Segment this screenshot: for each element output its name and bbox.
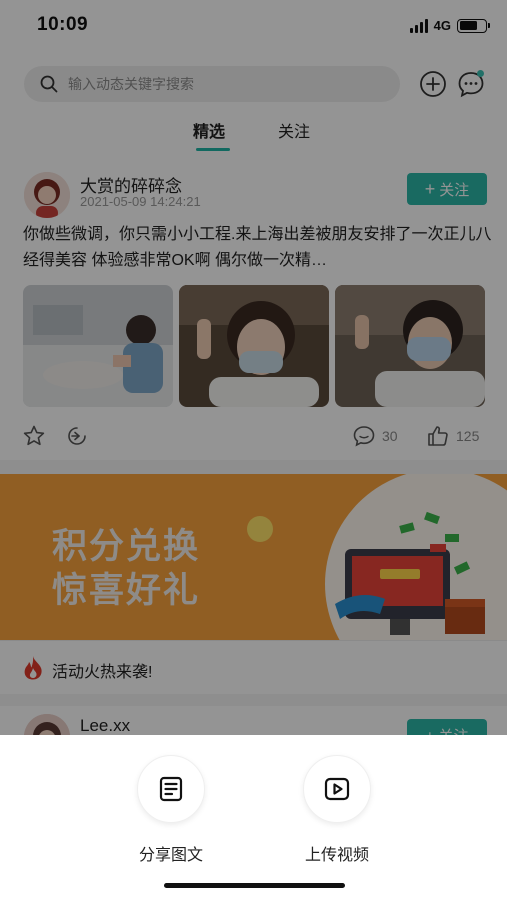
share-post-button[interactable]	[137, 755, 205, 823]
publish-sheet: 分享图文 上传视频	[0, 735, 507, 900]
upload-video-label: 上传视频	[304, 847, 369, 864]
share-post-label: 分享图文	[138, 847, 203, 864]
document-icon	[159, 776, 183, 802]
video-icon	[324, 777, 350, 801]
share-post-option[interactable]: 分享图文	[121, 755, 221, 864]
home-indicator[interactable]	[164, 883, 345, 888]
upload-video-button[interactable]	[303, 755, 371, 823]
upload-video-option[interactable]: 上传视频	[287, 755, 387, 864]
app-root: 10:09 4G 精选	[0, 0, 507, 900]
modal-backdrop[interactable]	[0, 0, 507, 735]
